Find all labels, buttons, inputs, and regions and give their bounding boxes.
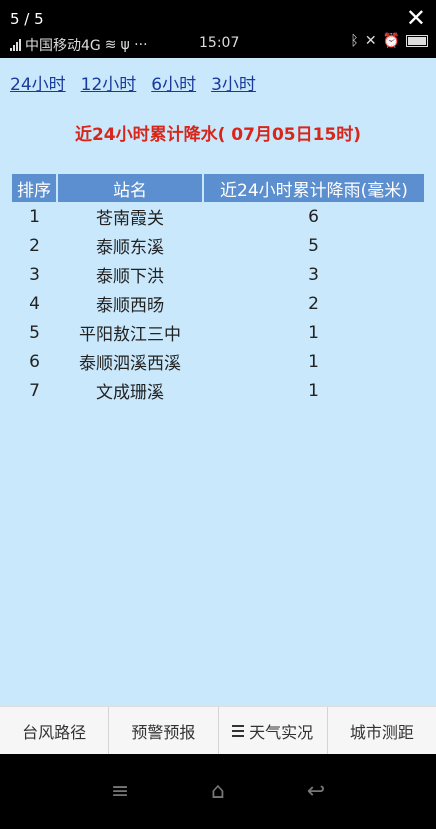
bluetooth-icon: ᛒ xyxy=(350,33,359,49)
nav-weather-live-label: 天气实况 xyxy=(249,723,314,742)
battery-icon xyxy=(406,35,428,47)
recent-apps-icon[interactable]: ≡ xyxy=(111,779,129,804)
column-header-rank: 排序 xyxy=(12,174,58,202)
nav-weather-live[interactable]: 天气实况 xyxy=(219,707,328,755)
carrier-row: 中国移动4G ≋ ψ ··· xyxy=(10,35,148,55)
station-cell: 泰顺西旸 xyxy=(96,296,164,316)
column-header-station: 站名 xyxy=(57,174,204,202)
system-navigation-bar: ≡ ⌂ ↩ xyxy=(0,754,436,829)
home-icon[interactable]: ⌂ xyxy=(211,779,225,804)
station-cell: 泰顺下洪 xyxy=(96,267,164,287)
rank-cell: 6 xyxy=(29,351,40,372)
table-row: 7 文成珊溪 1 xyxy=(12,376,424,405)
system-icons: ᛒ ✕ ⏰ xyxy=(350,33,428,49)
nav-city-distance-label: 城市测距 xyxy=(349,723,414,742)
rank-cell: 5 xyxy=(29,322,40,343)
rank-cell: 7 xyxy=(29,380,40,401)
station-cell: 平阳敖江三中 xyxy=(79,325,181,345)
station-cell: 泰顺东溪 xyxy=(96,238,164,258)
rainfall-cell: 1 xyxy=(308,351,319,372)
table-row: 1 苍南霞关 6 xyxy=(12,202,424,231)
column-header-rainfall: 近24小时累计降雨(毫米) xyxy=(203,174,424,202)
table-header-row: 排序 站名 近24小时累计降雨(毫米) xyxy=(12,174,424,202)
main-content: 24小时 12小时 6小时 3小时 近24小时累计降水( 07月05日15时) … xyxy=(0,58,436,706)
carrier-label: 中国移动4G xyxy=(25,38,101,54)
rainfall-cell: 5 xyxy=(308,235,319,256)
rank-cell: 4 xyxy=(29,293,40,314)
table-row: 6 泰顺泗溪西溪 1 xyxy=(12,347,424,376)
alarm-icon: ⏰ xyxy=(382,33,400,49)
rainfall-ranking-table: 排序 站名 近24小时累计降雨(毫米) 1 苍南霞关 6 2 泰顺东溪 5 3 … xyxy=(12,174,424,405)
rainfall-cell: 1 xyxy=(308,380,319,401)
nav-city-distance[interactable]: 城市测距 xyxy=(328,707,436,755)
bottom-nav: 台风路径 预警预报 天气实况 城市测距 xyxy=(0,706,436,755)
station-cell: 苍南霞关 xyxy=(96,209,164,229)
rainfall-cell: 3 xyxy=(308,264,319,285)
nav-typhoon-track-label: 台风路径 xyxy=(22,723,87,742)
status-bar: 5 / 5 ✕ 中国移动4G ≋ ψ ··· 15:07 ᛒ ✕ ⏰ xyxy=(0,0,436,58)
tab-6h[interactable]: 6小时 xyxy=(151,70,196,95)
nav-typhoon-track[interactable]: 台风路径 xyxy=(0,707,110,755)
mute-icon: ✕ xyxy=(364,33,377,49)
rainfall-cell: 6 xyxy=(308,206,319,227)
clock: 15:07 xyxy=(199,35,240,51)
tab-12h[interactable]: 12小时 xyxy=(81,70,137,95)
station-cell: 泰顺泗溪西溪 xyxy=(79,354,181,374)
rank-cell: 1 xyxy=(29,206,40,227)
report-title: 近24小时累计降水( 07月05日15时) xyxy=(74,125,362,145)
rainfall-cell: 1 xyxy=(308,322,319,343)
signal-icon xyxy=(10,39,21,51)
status-extra: ψ ··· xyxy=(120,37,148,53)
time-range-tabs: 24小时 12小时 6小时 3小时 xyxy=(10,70,256,95)
table-row: 2 泰顺东溪 5 xyxy=(12,231,424,260)
table-row: 5 平阳敖江三中 1 xyxy=(12,318,424,347)
menu-icon xyxy=(232,725,245,737)
station-cell: 文成珊溪 xyxy=(96,383,164,403)
close-icon[interactable]: ✕ xyxy=(406,6,426,30)
tab-24h[interactable]: 24小时 xyxy=(10,70,66,95)
table-row: 3 泰顺下洪 3 xyxy=(12,260,424,289)
nav-warning-forecast[interactable]: 预警预报 xyxy=(109,707,219,755)
wifi-icon: ≋ xyxy=(104,37,117,53)
rank-cell: 2 xyxy=(29,235,40,256)
page-counter: 5 / 5 xyxy=(10,10,44,28)
rainfall-cell: 2 xyxy=(308,293,319,314)
nav-warning-forecast-label: 预警预报 xyxy=(131,723,196,742)
back-icon[interactable]: ↩ xyxy=(307,779,325,804)
table-row: 4 泰顺西旸 2 xyxy=(12,289,424,318)
tab-3h[interactable]: 3小时 xyxy=(211,70,256,95)
rank-cell: 3 xyxy=(29,264,40,285)
